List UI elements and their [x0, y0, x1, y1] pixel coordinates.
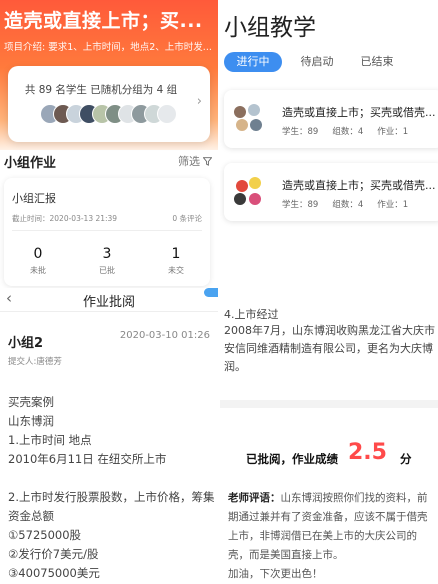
content-line: 2010年6月11日 在纽交所上市: [8, 452, 167, 466]
stat-unreviewed[interactable]: 0 未批: [8, 246, 68, 276]
tab-in-progress[interactable]: 进行中: [224, 52, 282, 72]
card-meta: 学生：89 组数：4 作业：1: [282, 198, 422, 210]
chevron-right-icon: ›: [196, 94, 202, 109]
avatar: [250, 119, 262, 131]
left-panel: 造壳或直接上市；买... 项目介绍: 要求1、上市时间，地点2、上市时发... …: [0, 0, 218, 584]
grade-label: 已批阅，作业成绩: [246, 452, 338, 466]
content-line: 山东博润: [8, 414, 54, 428]
filter-label: 筛选: [178, 155, 200, 168]
divider: [220, 400, 438, 408]
card-title: 造壳或直接上市；买壳或借壳...: [282, 106, 436, 119]
avatar: [248, 104, 260, 116]
avatar: [236, 180, 248, 192]
review-header: ‹ 作业批阅: [0, 288, 218, 312]
stat-number: 0: [33, 246, 43, 262]
card-meta: 学生：89 组数：4 作业：1: [282, 125, 422, 137]
avatar: [249, 193, 261, 205]
homework-count: 作业：1: [377, 127, 409, 137]
tab-finished[interactable]: 已结束: [352, 52, 402, 72]
stat-number: 1: [171, 246, 181, 262]
stat-number: 3: [102, 246, 112, 262]
project-description: 项目介绍: 要求1、上市时间，地点2、上市时发...: [4, 42, 212, 53]
group-count: 组数：4: [332, 127, 364, 137]
comment-count: 0 条评论: [172, 214, 202, 223]
card-title: 造壳或直接上市；买壳或借壳...: [282, 179, 436, 192]
content-line: 1.上市时间 地点: [8, 433, 92, 447]
stat-label: 未批: [30, 266, 46, 275]
content-line: 资金总额: [8, 509, 54, 523]
content-section-title: 4.上市经过: [224, 308, 279, 321]
stat-label: 未交: [168, 266, 184, 275]
avatar: [236, 119, 248, 131]
homework-card[interactable]: 小组汇报 截止时间：2020-03-13 21:39 0 条评论 0 未批 3 …: [4, 178, 210, 286]
submission-content: 买壳案例 山东博润 1.上市时间 地点 2010年6月11日 在纽交所上市 2.…: [8, 393, 218, 583]
comment-label: 老师评语：: [228, 492, 281, 504]
right-panel: 小组教学 进行中 待启动 已结束 造壳或直接上市；买壳或借壳... 学生：89 组…: [220, 0, 438, 584]
group-summary-text: 共 89 名学生 已随机分组为 4 组: [24, 84, 178, 96]
group-teaching-card[interactable]: 造壳或直接上市；买壳或借壳... 学生：89 组数：4 作业：1: [224, 90, 438, 148]
stat-reviewed[interactable]: 3 已批: [77, 246, 137, 276]
teacher-comment: 老师评语：山东博润按照你们找的资料，前期通过兼并有了资金准备，应该不属于借壳上市…: [228, 489, 436, 584]
homework-title: 小组汇报: [12, 192, 56, 205]
submission-group-name: 小组2: [8, 336, 44, 351]
group-count: 组数：4: [332, 200, 364, 210]
group-summary-card[interactable]: 共 89 名学生 已随机分组为 4 组 ›: [8, 66, 210, 142]
content-line: 买壳案例: [8, 395, 54, 409]
tab-pending[interactable]: 待启动: [292, 52, 342, 72]
homework-deadline: 截止时间：2020-03-13 21:39: [12, 214, 118, 223]
filter-icon: [203, 157, 212, 166]
content-line: ②发行价7美元/股: [8, 547, 99, 561]
grade-unit: 分: [400, 452, 412, 466]
avatar: [234, 193, 246, 205]
content-line: 2.上市时发行股票股数，上市价格，筹集: [8, 490, 215, 504]
content-line: [8, 469, 218, 488]
student-count: 学生：89: [282, 127, 319, 137]
status-tabs: 进行中 待启动 已结束: [224, 52, 438, 74]
filter-button[interactable]: 筛选: [178, 153, 212, 169]
floating-indicator: [204, 288, 218, 297]
homework-count: 作业：1: [377, 200, 409, 210]
grade-score: 2.5: [348, 440, 387, 465]
content-line: ③40075000美元: [8, 566, 100, 580]
project-title: 造壳或直接上市；买...: [4, 10, 203, 32]
stat-not-submitted[interactable]: 1 未交: [146, 246, 206, 276]
page-title: 小组教学: [224, 15, 316, 41]
submission-date: 2020-03-10 01:26: [119, 330, 210, 341]
group-avatar: [234, 104, 264, 134]
submitter: 提交人:唐德芳: [8, 357, 62, 367]
avatar: [234, 106, 246, 118]
avatar: [157, 104, 177, 124]
content-line: ①5725000股: [8, 528, 82, 542]
comment-closing: 加油，下次更出色！: [228, 568, 323, 580]
avatar: [249, 177, 261, 189]
stat-label: 已批: [99, 266, 115, 275]
group-teaching-card[interactable]: 造壳或直接上市；买壳或借壳... 学生：89 组数：4 作业：1: [224, 163, 438, 221]
group-avatar: [234, 177, 264, 207]
group-homework-heading: 小组作业: [4, 156, 57, 171]
student-count: 学生：89: [282, 200, 319, 210]
divider: [12, 230, 202, 231]
content-section-text: 2008年7月，山东博润收购黑龙江省大庆市安信同维酒精制造有限公司，更名为大庆博…: [224, 324, 435, 373]
review-title: 作业批阅: [82, 295, 135, 310]
